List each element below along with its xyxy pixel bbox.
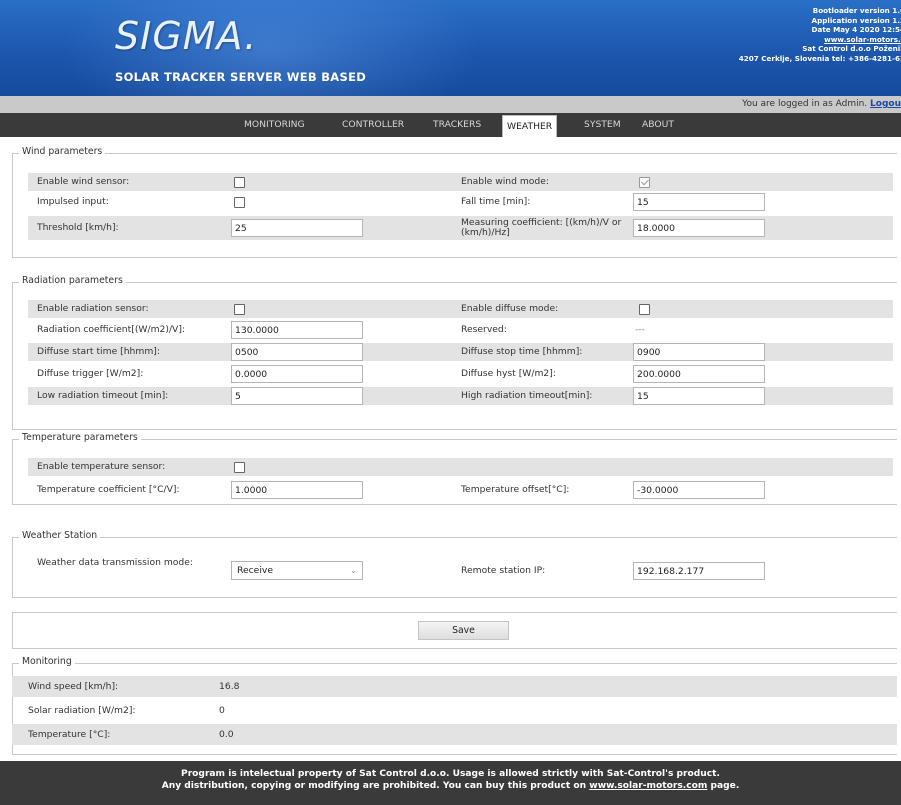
wind-speed-label: Wind speed [km/h]: xyxy=(28,681,119,692)
footer-line-1: Program is intelectual property of Sat C… xyxy=(181,769,720,779)
wind-row-1: Enable wind sensor: Enable wind mode: xyxy=(28,173,893,191)
tab-about[interactable]: ABOUT xyxy=(638,113,678,137)
transmission-mode-label: Weather data transmission mode: xyxy=(37,557,193,568)
threshold-label: Threshold [km/h]: xyxy=(37,222,119,233)
solar-radiation-value: 0 xyxy=(219,705,225,716)
footer-line-2: Any distribution, copying or modifying a… xyxy=(0,780,901,792)
wind-row-3: Threshold [km/h]: Measuring coefficient:… xyxy=(28,216,893,240)
radiation-coefficient-input[interactable] xyxy=(231,321,363,339)
temperature-offset-label: Temperature offset[°C]: xyxy=(461,484,570,495)
diffuse-start-input[interactable] xyxy=(231,343,363,361)
solar-radiation-label: Solar radiation [W/m2]: xyxy=(28,705,136,716)
temperature-coefficient-label: Temperature coefficient [°C/V]: xyxy=(37,484,180,495)
version-info: Bootloader version 1.6 Application versi… xyxy=(645,6,901,64)
temperature-row: Temperature [°C]: 0.0 xyxy=(12,724,897,745)
fall-time-label: Fall time [min]: xyxy=(461,196,531,207)
temperature-row-2: Temperature coefficient [°C/V]: Temperat… xyxy=(28,481,893,499)
footer: Program is intelectual property of Sat C… xyxy=(0,761,901,805)
diffuse-stop-input[interactable] xyxy=(633,343,765,361)
solar-radiation-row: Solar radiation [W/m2]: 0 xyxy=(12,700,897,721)
enable-temperature-sensor-label: Enable temperature sensor: xyxy=(37,461,166,472)
login-bar: You are logged in as Admin. Logou xyxy=(0,96,901,113)
enable-radiation-sensor-label: Enable radiation sensor: xyxy=(37,303,149,314)
radiation-row-2: Radiation coefficient[(W/m2)/V]: Reserve… xyxy=(28,321,893,339)
measuring-coefficient-input[interactable] xyxy=(633,219,765,237)
app-subtitle: SOLAR TRACKER SERVER WEB BASED xyxy=(115,70,367,84)
enable-diffuse-mode-label: Enable diffuse mode: xyxy=(461,303,559,314)
tab-weather[interactable]: WEATHER xyxy=(502,115,558,137)
diffuse-hyst-label: Diffuse hyst [W/m2]: xyxy=(461,368,556,379)
website-link[interactable]: www.solar-motors.c xyxy=(645,35,901,45)
tab-monitoring[interactable]: MONITORING xyxy=(240,113,309,137)
temperature-monitor-label: Temperature [°C]: xyxy=(28,729,111,740)
radiation-row-4: Diffuse trigger [W/m2]: Diffuse hyst [W/… xyxy=(28,365,893,383)
bootloader-version: Bootloader version 1.6 xyxy=(812,6,901,15)
save-section: Save xyxy=(12,612,897,649)
radiation-row-1: Enable radiation sensor: Enable diffuse … xyxy=(28,300,893,318)
radiation-row-3: Diffuse start time [hhmm]: Diffuse stop … xyxy=(28,343,893,361)
enable-temperature-sensor-checkbox[interactable] xyxy=(234,462,245,473)
build-date: Date May 4 2020 12:54 xyxy=(811,25,901,35)
footer-text-end: page. xyxy=(707,781,740,791)
chevron-down-icon: ⌄ xyxy=(350,566,357,575)
diffuse-hyst-input[interactable] xyxy=(633,365,765,383)
tab-system[interactable]: SYSTEM xyxy=(580,113,625,137)
station-row: Weather data transmission mode: Receive … xyxy=(28,557,893,582)
company-address: 4207 Cerklje, Slovenia tel: +386-4281-62 xyxy=(738,53,901,63)
wind-speed-value: 16.8 xyxy=(219,681,240,692)
diffuse-stop-label: Diffuse stop time [hhmm]: xyxy=(461,346,583,357)
remote-station-ip-input[interactable] xyxy=(633,562,765,580)
temperature-coefficient-input[interactable] xyxy=(231,481,363,499)
footer-website-link[interactable]: www.solar-motors.com xyxy=(589,781,707,791)
enable-wind-mode-checkbox[interactable] xyxy=(639,177,650,188)
radiation-coefficient-label: Radiation coefficient[(W/m2)/V]: xyxy=(37,324,186,335)
transmission-mode-value: Receive xyxy=(237,565,273,576)
fall-time-input[interactable] xyxy=(633,193,765,211)
high-radiation-timeout-label: High radiation timeout[min]: xyxy=(461,390,593,401)
transmission-mode-select[interactable]: Receive ⌄ xyxy=(231,561,363,580)
diffuse-trigger-input[interactable] xyxy=(231,365,363,383)
diffuse-start-label: Diffuse start time [hhmm]: xyxy=(37,346,160,357)
login-status: You are logged in as Admin. xyxy=(742,99,868,109)
radiation-row-5: Low radiation timeout [min]: High radiat… xyxy=(28,387,893,405)
main-nav: MONITORING CONTROLLER TRACKERS WEATHER S… xyxy=(0,113,901,137)
reserved-value: --- xyxy=(635,325,645,335)
low-radiation-timeout-input[interactable] xyxy=(231,387,363,405)
low-radiation-timeout-label: Low radiation timeout [min]: xyxy=(37,390,169,401)
footer-text: Any distribution, copying or modifying a… xyxy=(161,781,590,791)
tab-trackers[interactable]: TRACKERS xyxy=(429,113,485,137)
remote-station-ip-label: Remote station IP: xyxy=(461,565,546,576)
header-banner: SIGMA. SOLAR TRACKER SERVER WEB BASED Bo… xyxy=(0,0,901,96)
sigma-logo: SIGMA. xyxy=(115,14,258,58)
monitoring-legend: Monitoring xyxy=(19,656,75,667)
enable-diffuse-mode-checkbox[interactable] xyxy=(639,304,650,315)
impulsed-input-label: Impulsed input: xyxy=(37,196,109,207)
enable-radiation-sensor-checkbox[interactable] xyxy=(234,304,245,315)
weather-station-legend: Weather Station xyxy=(19,530,101,541)
temperature-legend: Temperature parameters xyxy=(19,432,141,443)
temperature-offset-input[interactable] xyxy=(633,481,765,499)
temperature-row-1: Enable temperature sensor: xyxy=(28,458,893,476)
diffuse-trigger-label: Diffuse trigger [W/m2]: xyxy=(37,368,144,379)
temperature-monitor-value: 0.0 xyxy=(219,729,234,740)
measuring-coefficient-label: Measuring coefficient: [(km/h)/V or (km/… xyxy=(461,217,622,238)
save-button[interactable]: Save xyxy=(418,621,509,640)
radiation-legend: Radiation parameters xyxy=(19,275,126,286)
enable-wind-mode-label: Enable wind mode: xyxy=(461,176,550,187)
enable-wind-sensor-label: Enable wind sensor: xyxy=(37,176,130,187)
logout-link[interactable]: Logou xyxy=(870,99,901,109)
wind-speed-row: Wind speed [km/h]: 16.8 xyxy=(12,676,897,697)
tab-controller[interactable]: CONTROLLER xyxy=(338,113,408,137)
reserved-label: Reserved: xyxy=(461,324,507,335)
impulsed-input-checkbox[interactable] xyxy=(234,197,245,208)
company-name: Sat Control d.o.o Poženik xyxy=(802,44,901,54)
wind-legend: Wind parameters xyxy=(19,146,106,157)
high-radiation-timeout-input[interactable] xyxy=(633,387,765,405)
wind-row-2: Impulsed input: Fall time [min]: xyxy=(28,193,893,211)
enable-wind-sensor-checkbox[interactable] xyxy=(234,177,245,188)
threshold-input[interactable] xyxy=(231,219,363,237)
application-version: Application version 1.2 xyxy=(811,15,901,25)
